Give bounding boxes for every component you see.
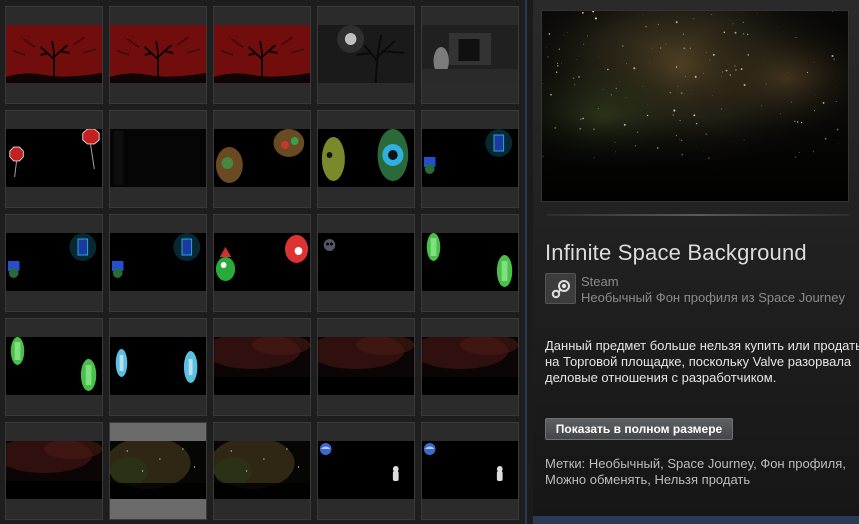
earth-astronaut-background-thumbnail (318, 441, 414, 499)
red-space-background-thumbnail (214, 337, 310, 395)
green-creature-background-thumbnail (214, 233, 310, 291)
infinite-space-background-thumbnail (214, 441, 310, 499)
inventory-slot[interactable] (5, 318, 103, 416)
dark-background-thumbnail (110, 129, 206, 187)
red-space-background-thumbnail (6, 441, 102, 499)
inventory-slot[interactable] (421, 318, 519, 416)
inventory-slot[interactable] (109, 110, 207, 208)
inventory-slot[interactable] (109, 422, 207, 520)
red-tree-background-thumbnail (110, 25, 206, 83)
section-divider (547, 214, 849, 216)
inventory-slot[interactable] (213, 318, 311, 416)
inventory-slot[interactable] (421, 6, 519, 104)
red-space-background-thumbnail (422, 337, 518, 395)
item-title: Infinite Space Background (545, 240, 807, 265)
red-space-background-thumbnail (318, 337, 414, 395)
inventory-grid (0, 0, 527, 524)
inventory-slot[interactable] (109, 214, 207, 312)
inventory-slot[interactable] (317, 214, 415, 312)
inventory-slot[interactable] (213, 422, 311, 520)
space-preview-art (542, 11, 848, 201)
inventory-slot[interactable] (5, 110, 103, 208)
item-tags: Метки: Необычный, Space Journey, Фон про… (545, 456, 857, 488)
green-doors-background-thumbnail (422, 233, 518, 291)
blue-portal-background-thumbnail (110, 233, 206, 291)
inventory-slot[interactable] (213, 6, 311, 104)
inventory-slot[interactable] (421, 110, 519, 208)
inventory-slot[interactable] (317, 6, 415, 104)
tags-value: Необычный, Space Journey, Фон профиля, М… (545, 456, 846, 487)
item-preview-image (541, 10, 849, 202)
blue-portal-background-thumbnail (6, 233, 102, 291)
steam-icon (545, 273, 576, 304)
item-type: Необычный Фон профиля из Space Journey (581, 290, 845, 305)
stop-signs-background-thumbnail (6, 129, 102, 187)
inventory-slot[interactable] (5, 6, 103, 104)
inventory-slot[interactable] (421, 214, 519, 312)
eye-blob-background-thumbnail (318, 129, 414, 187)
tags-label: Метки: (545, 456, 586, 471)
inventory-slot[interactable] (317, 110, 415, 208)
item-detail-panel: Infinite Space Background Steam Необычны… (533, 0, 859, 524)
haunted-room-background-thumbnail (422, 25, 518, 83)
skull-background-thumbnail (318, 233, 414, 291)
inventory-slot[interactable] (109, 6, 207, 104)
green-blobs-background-thumbnail (214, 129, 310, 187)
inventory-slot[interactable] (109, 318, 207, 416)
earth-astronaut-background-thumbnail (422, 441, 518, 499)
inventory-slot[interactable] (421, 422, 519, 520)
cyan-doors-background-thumbnail (110, 337, 206, 395)
view-full-size-button[interactable]: Показать в полном размере (545, 418, 733, 440)
inventory-slot[interactable] (213, 110, 311, 208)
red-tree-background-thumbnail (6, 25, 102, 83)
infinite-space-background-thumbnail (110, 441, 206, 499)
blue-portal-background-thumbnail (422, 129, 518, 187)
inventory-slot[interactable] (317, 318, 415, 416)
app-name: Steam (581, 274, 619, 289)
inventory-slot[interactable] (5, 422, 103, 520)
panel-bottom-strip (533, 516, 859, 524)
moon-tree-background-thumbnail (318, 25, 414, 83)
inventory-slot[interactable] (213, 214, 311, 312)
item-description: Данный предмет больше нельзя купить или … (545, 338, 859, 385)
inventory-slot[interactable] (317, 422, 415, 520)
green-doors-background-thumbnail (6, 337, 102, 395)
red-tree-background-thumbnail (214, 25, 310, 83)
inventory-slot[interactable] (5, 214, 103, 312)
